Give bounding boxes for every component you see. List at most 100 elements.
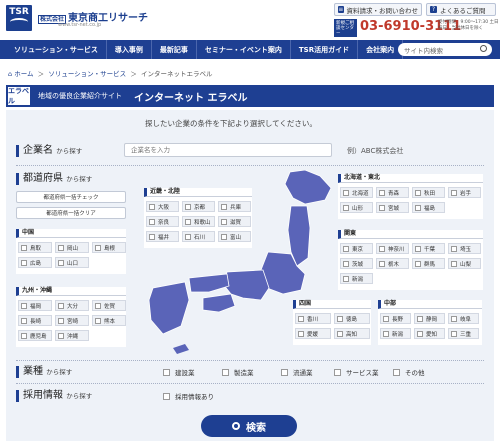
pref-label: 青森 — [388, 190, 400, 197]
pref-checkbox[interactable]: 茨城 — [340, 258, 373, 269]
checkbox-icon — [185, 203, 191, 210]
faq-button[interactable]: ? よくあるご質問 — [426, 3, 496, 16]
region-heading[interactable]: 近畿・北陸 — [144, 188, 252, 197]
checkbox-icon — [58, 317, 64, 324]
site-search-input[interactable]: サイト内検索 — [398, 43, 492, 56]
pref-checkbox[interactable]: 秋田 — [412, 187, 445, 198]
pref-checkbox[interactable]: 奈良 — [146, 216, 179, 227]
clear-all-prefs-button[interactable]: 都道府県一括クリア — [16, 207, 126, 219]
pref-checkbox[interactable]: 群馬 — [412, 258, 445, 269]
pref-checkbox[interactable]: 山形 — [340, 202, 373, 213]
map-hokkaido[interactable] — [284, 170, 332, 205]
region-heading[interactable]: 九州・沖縄 — [16, 287, 126, 296]
pref-checkbox[interactable]: 鹿児島 — [18, 330, 52, 341]
search-button[interactable]: 検索 — [201, 415, 297, 437]
checkbox-icon — [95, 244, 101, 251]
pref-checkbox[interactable]: 愛媛 — [295, 328, 331, 339]
pref-checkbox[interactable]: 栃木 — [376, 258, 409, 269]
pref-checkbox[interactable]: 熊本 — [92, 315, 126, 326]
company-name-input[interactable] — [124, 143, 332, 157]
region-heading[interactable]: 四国 — [293, 300, 371, 309]
company-example: 例）ABC株式会社 — [347, 147, 404, 155]
region-heading[interactable]: 北海道・東北 — [338, 174, 483, 183]
pref-checkbox[interactable]: 沖縄 — [55, 330, 89, 341]
pref-checkbox[interactable]: 山梨 — [448, 258, 481, 269]
nav-articles[interactable]: 最新記事 — [152, 40, 197, 59]
industry-distribution-checkbox[interactable]: 流通業 — [281, 367, 313, 377]
request-button[interactable]: ≡ 資料請求・お問い合わせ — [334, 3, 422, 16]
nav-seminars[interactable]: セミナー・イベント案内 — [197, 40, 291, 59]
checkbox-icon — [221, 203, 227, 210]
pref-checkbox[interactable]: 滋賀 — [218, 216, 251, 227]
pref-checkbox[interactable]: 兵庫 — [218, 201, 251, 212]
pref-checkbox[interactable]: 広島 — [18, 257, 52, 268]
pref-heading-suffix: から探す — [66, 175, 93, 183]
pref-checkbox[interactable]: 長野 — [380, 313, 411, 324]
breadcrumb-home[interactable]: ホーム — [14, 70, 33, 78]
pref-checkbox[interactable]: 石川 — [182, 231, 215, 242]
pref-checkbox[interactable]: 神奈川 — [376, 243, 409, 254]
pref-checkbox[interactable]: 富山 — [218, 231, 251, 242]
map-chugoku[interactable] — [188, 273, 230, 293]
pref-checkbox[interactable]: 福島 — [412, 202, 445, 213]
pref-checkbox[interactable]: 長崎 — [18, 315, 52, 326]
region-heading[interactable]: 中部 — [378, 300, 482, 309]
region-heading[interactable]: 関東 — [338, 230, 483, 239]
recruit-heading-label: 採用情報 — [23, 390, 63, 401]
checkbox-icon — [95, 302, 101, 309]
map-kyushu[interactable] — [148, 281, 190, 335]
pref-checkbox[interactable]: 大分 — [55, 300, 89, 311]
pref-checkbox[interactable]: 宮城 — [376, 202, 409, 213]
industry-service-checkbox[interactable]: サービス業 — [334, 367, 379, 377]
pref-checkbox[interactable]: 千葉 — [412, 243, 445, 254]
pref-checkbox[interactable]: 大阪 — [146, 201, 179, 212]
search-button-label: 検索 — [246, 422, 266, 434]
tsr-logo[interactable]: TSR — [6, 5, 32, 31]
region-kanto: 関東東京 神奈川 千葉 埼玉茨城 栃木 群馬 山梨新潟 — [338, 230, 483, 290]
pref-checkbox[interactable]: 青森 — [376, 187, 409, 198]
check-all-prefs-button[interactable]: 都道府県一括チェック — [16, 191, 126, 203]
pref-checkbox[interactable]: 鳥取 — [18, 242, 52, 253]
region-heading[interactable]: 中国 — [16, 229, 126, 238]
pref-checkbox[interactable]: 愛知 — [414, 328, 445, 339]
pref-checkbox[interactable]: 佐賀 — [92, 300, 126, 311]
checkbox-icon — [451, 315, 457, 322]
pref-checkbox[interactable]: 和歌山 — [182, 216, 215, 227]
nav-cases[interactable]: 導入事例 — [107, 40, 152, 59]
pref-checkbox[interactable]: 新潟 — [380, 328, 411, 339]
pref-checkbox[interactable]: 三重 — [448, 328, 479, 339]
industry-other-checkbox[interactable]: その他 — [393, 367, 425, 377]
pref-checkbox[interactable]: 福岡 — [18, 300, 52, 311]
checkbox-icon — [163, 368, 170, 376]
pref-checkbox[interactable]: 新潟 — [340, 273, 373, 284]
industry-manufacturing-checkbox[interactable]: 製造業 — [222, 367, 254, 377]
pref-checkbox[interactable]: 福井 — [146, 231, 179, 242]
pref-checkbox[interactable]: 宮崎 — [55, 315, 89, 326]
recruit-checkbox[interactable]: 採用情報あり — [163, 391, 214, 401]
pref-checkbox[interactable]: 東京 — [340, 243, 373, 254]
pref-checkbox[interactable]: 徳島 — [334, 313, 370, 324]
pref-checkbox[interactable]: 静岡 — [414, 313, 445, 324]
checkbox-icon — [337, 315, 343, 322]
nav-company[interactable]: 会社案内 — [358, 40, 404, 59]
recruit-section-heading: 採用情報 から探す — [16, 390, 92, 402]
nav-solutions[interactable]: ソリューション・サービス — [0, 40, 107, 59]
pref-checkbox[interactable]: 埼玉 — [448, 243, 481, 254]
pref-checkbox[interactable]: 島根 — [92, 242, 126, 253]
pref-checkbox[interactable]: 京都 — [182, 201, 215, 212]
search-icon[interactable] — [480, 45, 487, 52]
industry-construction-checkbox[interactable]: 建設業 — [163, 367, 195, 377]
nav-guide[interactable]: TSR活用ガイド — [291, 40, 359, 59]
pref-checkbox[interactable]: 岩手 — [448, 187, 481, 198]
pref-label: 栃木 — [388, 261, 400, 268]
pref-checkbox[interactable]: 岐阜 — [448, 313, 479, 324]
pref-checkbox[interactable]: 山口 — [55, 257, 89, 268]
pref-checkbox[interactable]: 北海道 — [340, 187, 373, 198]
pref-checkbox[interactable]: 岡山 — [55, 242, 89, 253]
pref-checkbox[interactable]: 香川 — [295, 313, 331, 324]
pref-checkbox[interactable]: 高知 — [334, 328, 370, 339]
breadcrumb-solutions[interactable]: ソリューション・サービス — [48, 70, 126, 78]
map-okinawa[interactable] — [173, 344, 189, 354]
search-intro: 探したい企業の条件を下記より選択してください。 — [145, 119, 317, 128]
map-shikoku[interactable] — [202, 293, 236, 313]
